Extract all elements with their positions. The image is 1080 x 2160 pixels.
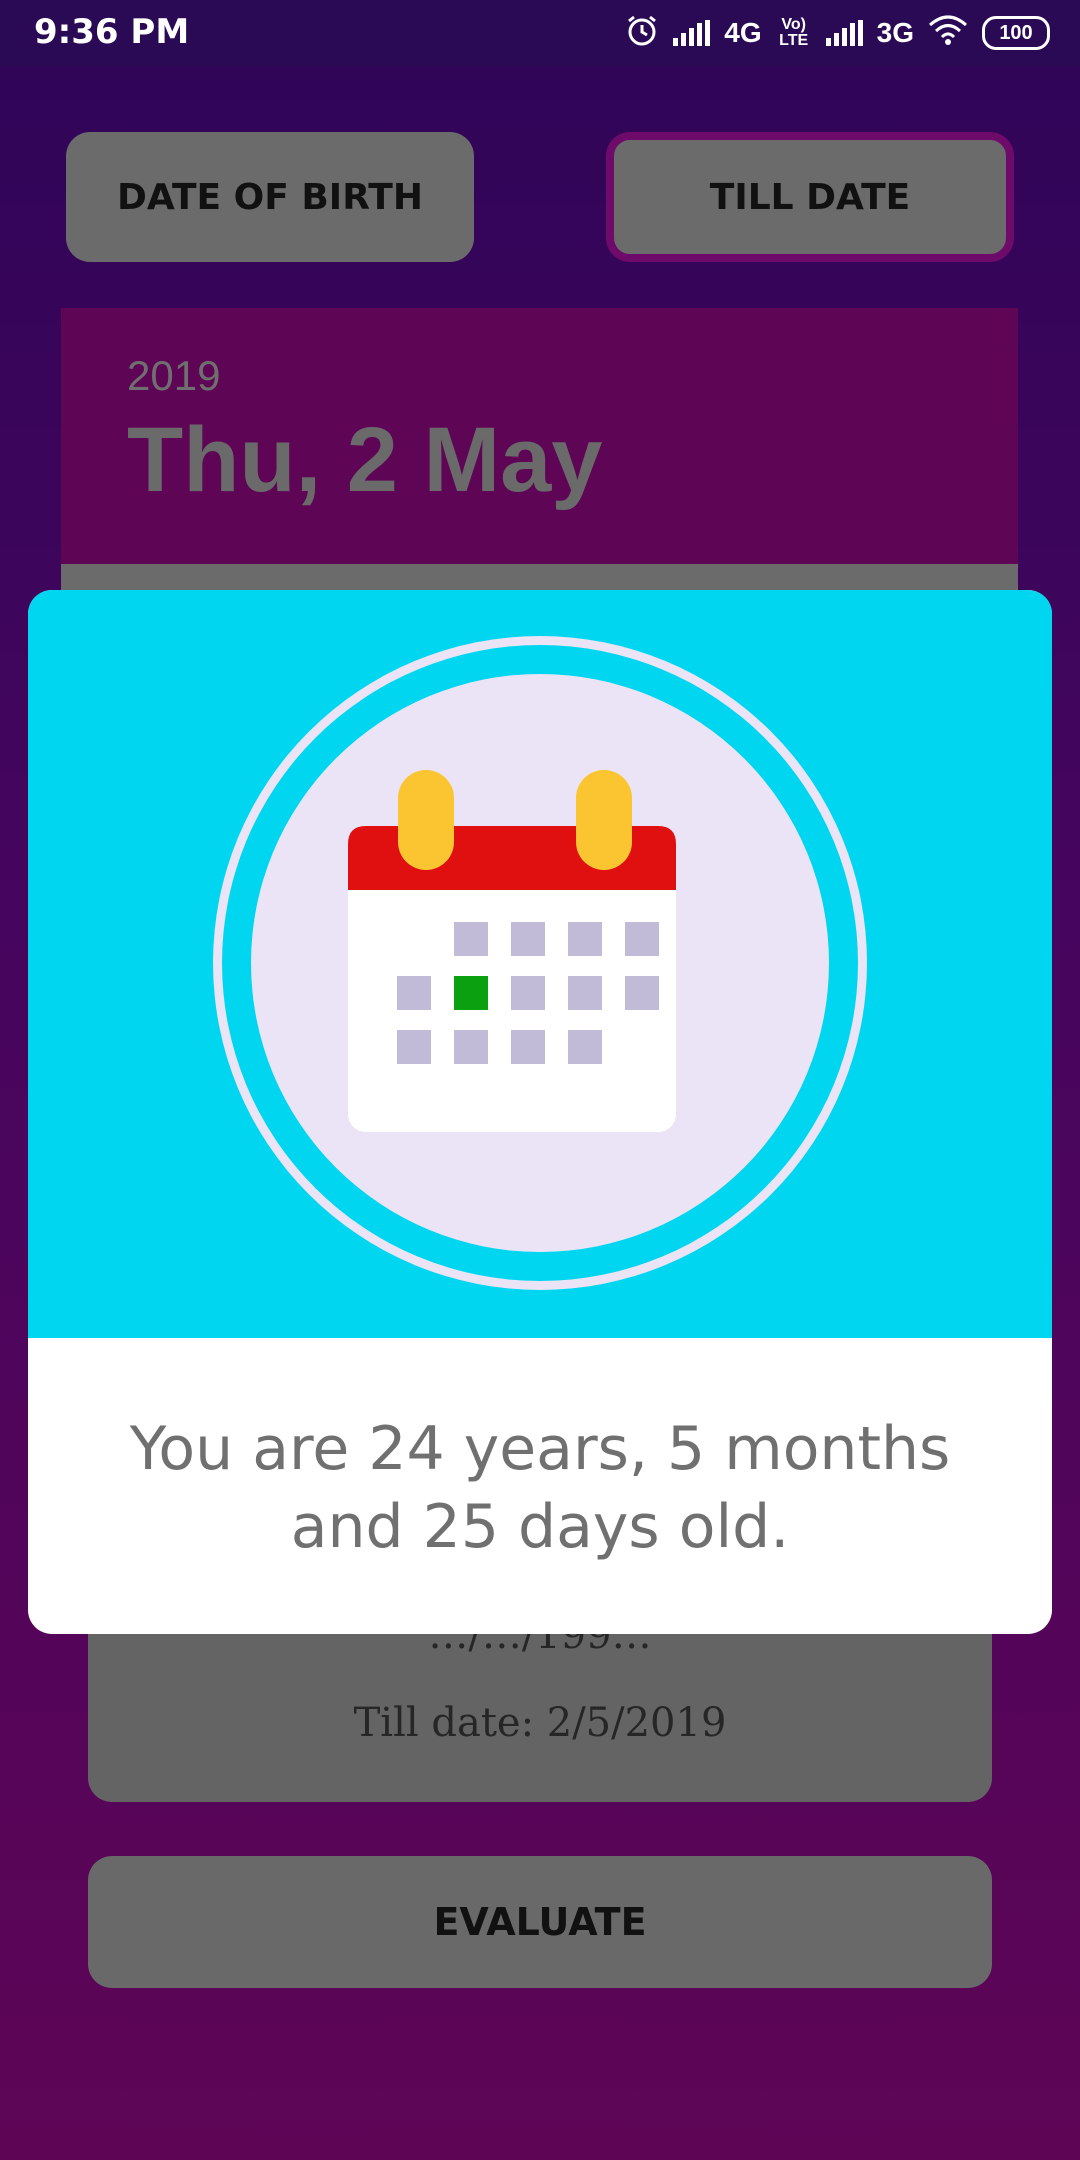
till-date-button[interactable]: TILL DATE bbox=[606, 132, 1014, 262]
wifi-icon bbox=[928, 15, 968, 52]
battery-icon: 100 bbox=[982, 16, 1050, 50]
alarm-icon bbox=[625, 13, 659, 54]
battery-level: 100 bbox=[999, 21, 1033, 44]
status-bar: 9:36 PM 4G Vo) LTE 3G 100 bbox=[0, 0, 1080, 66]
signal-icon-2 bbox=[825, 20, 863, 46]
network-label-1: 4G bbox=[724, 17, 762, 48]
date-of-birth-button[interactable]: DATE OF BIRTH bbox=[66, 132, 474, 262]
signal-icon bbox=[673, 20, 711, 46]
dialog-header bbox=[28, 590, 1052, 1338]
calendar-icon bbox=[348, 770, 676, 1132]
result-dialog: You are 24 years, 5 months and 25 days o… bbox=[28, 590, 1052, 1634]
network-label-2: 3G bbox=[876, 17, 914, 48]
date-picker-header: 2019 Thu, 2 May bbox=[61, 308, 1018, 564]
status-icons: 4G Vo) LTE 3G 100 bbox=[625, 10, 1050, 56]
till-date-line: Till date: 2/5/2019 bbox=[353, 1700, 727, 1746]
evaluate-button[interactable]: EVALUATE bbox=[88, 1856, 992, 1988]
date-picker-date[interactable]: Thu, 2 May bbox=[127, 408, 602, 513]
date-picker-year[interactable]: 2019 bbox=[127, 352, 220, 400]
result-text: You are 24 years, 5 months and 25 days o… bbox=[129, 1414, 951, 1562]
volte-label: Vo) LTE bbox=[779, 16, 809, 49]
status-time: 9:36 PM bbox=[34, 12, 190, 52]
